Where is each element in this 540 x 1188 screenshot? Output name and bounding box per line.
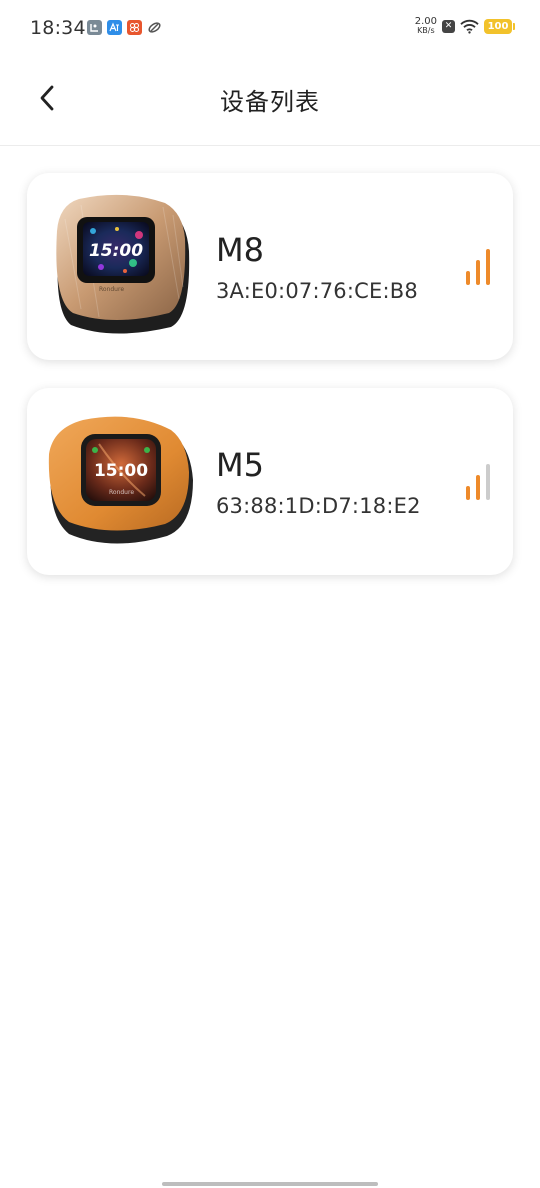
signal-strength-icon (466, 249, 490, 285)
signal-bar-2 (476, 260, 480, 285)
device-screen-time: 15:00 (94, 461, 148, 481)
status-indicators: 2.00 KB/s ✕ 100 (414, 16, 515, 36)
device-screen-time: 15:00 (89, 241, 143, 261)
signal-bar-2 (476, 475, 480, 500)
signal-bar-3 (486, 249, 490, 285)
device-name: M5 (216, 446, 264, 484)
device-list: 15:00 Rondure M8 3A:E0:07:76:CE:B8 15:00… (27, 173, 513, 603)
svg-text:Rondure: Rondure (109, 489, 134, 496)
signal-bar-1 (466, 486, 470, 500)
battery-icon: 100 (484, 18, 515, 34)
device-mac-address: 3A:E0:07:76:CE:B8 (216, 279, 418, 303)
device-image: 15:00 Rondure (56, 194, 190, 334)
signal-bar-3 (486, 464, 490, 500)
top-app-bar: 设备列表 (0, 58, 540, 146)
signal-strength-icon (466, 464, 490, 500)
notification-icons (87, 20, 162, 35)
sim-off-icon: ✕ (442, 19, 455, 33)
device-image: 15:00 Rondure (48, 416, 193, 544)
wifi-icon (460, 19, 479, 34)
network-speed-unit: KB/s (417, 26, 435, 35)
device-name: M8 (216, 231, 264, 269)
signal-bar-1 (466, 271, 470, 285)
status-bar: 18:34 2.00 KB/s ✕ 100 (0, 0, 540, 58)
device-mac-address: 63:88:1D:D7:18:E2 (216, 494, 421, 518)
notification-app-icon-3 (127, 20, 142, 35)
notification-app-icon-2 (107, 20, 122, 35)
device-card-m5[interactable]: 15:00 Rondure M5 63:88:1D:D7:18:E2 (27, 388, 513, 575)
device-card-m8[interactable]: 15:00 Rondure M8 3A:E0:07:76:CE:B8 (27, 173, 513, 360)
notification-app-icon-4 (147, 20, 162, 35)
page-title: 设备列表 (220, 88, 320, 116)
status-time: 18:34 (30, 17, 86, 39)
network-speed-value: 2.00 (414, 16, 437, 27)
home-indicator[interactable] (162, 1182, 378, 1186)
notification-app-icon-1 (87, 20, 102, 35)
network-speed: 2.00 KB/s (414, 16, 437, 36)
svg-text:Rondure: Rondure (99, 286, 124, 293)
